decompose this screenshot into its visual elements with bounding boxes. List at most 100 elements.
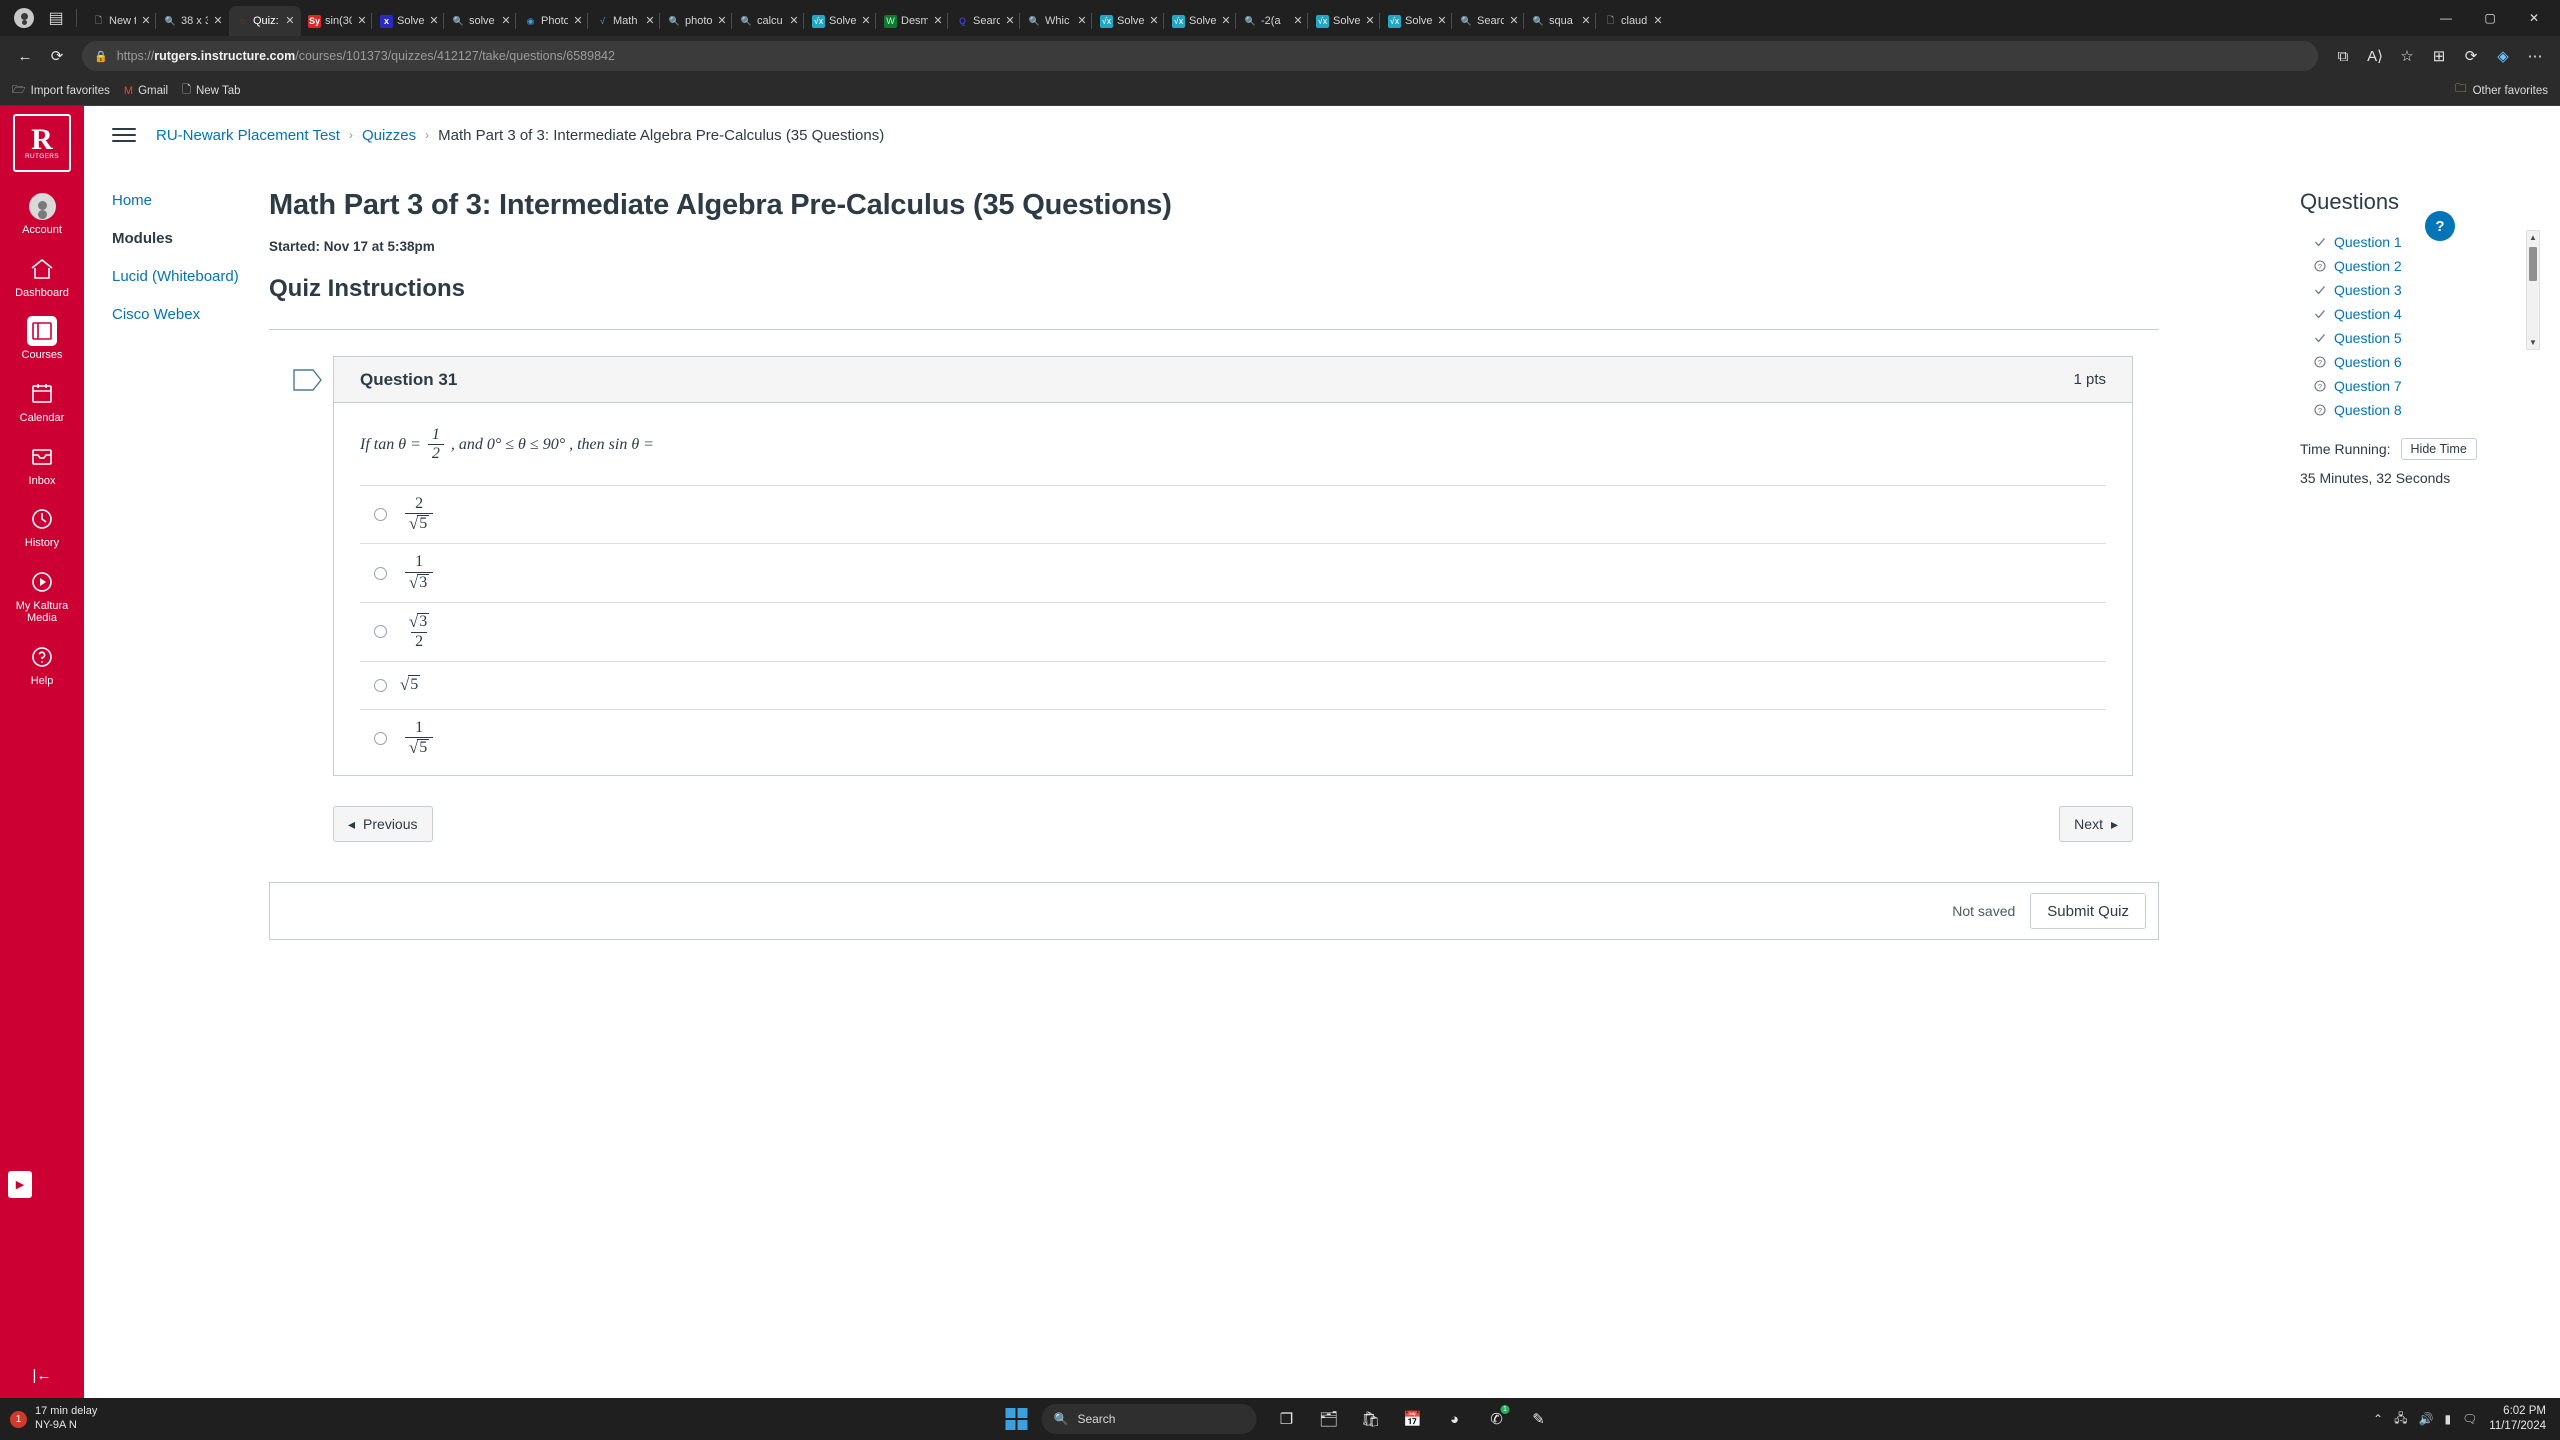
rutgers-logo[interactable]: R RUTGERS [13, 114, 71, 172]
tab-close-icon[interactable]: ✕ [140, 15, 152, 27]
read-aloud-icon[interactable]: A⟩ [2360, 41, 2390, 71]
browser-tab-11[interactable]: W Desm ✕ [875, 6, 949, 36]
question-link[interactable]: Question 6 [2334, 354, 2402, 370]
tab-close-icon[interactable]: ✕ [860, 15, 872, 27]
questions-scrollbar[interactable]: ▲ ▼ [2526, 230, 2540, 350]
browser-tab-6[interactable]: ◉ Photo ✕ [515, 6, 589, 36]
browser-tab-3[interactable]: Sy sin(30 ✕ [301, 6, 373, 36]
scroll-down-icon[interactable]: ▼ [2529, 338, 2537, 347]
browser-tab-10[interactable]: √x Solve ✕ [803, 6, 877, 36]
tab-close-icon[interactable]: ✕ [1508, 15, 1520, 27]
hide-time-button[interactable]: Hide Time [2400, 438, 2477, 460]
tab-close-icon[interactable]: ✕ [1148, 15, 1160, 27]
global-nav-item-dashboard[interactable]: Dashboard [0, 245, 84, 308]
tab-close-icon[interactable]: ✕ [284, 15, 296, 27]
browser-tab-0[interactable]: 🗋 New t ✕ [85, 6, 157, 36]
copilot-icon[interactable]: ◈ [2488, 41, 2518, 71]
browser-tab-15[interactable]: √x Solve ✕ [1163, 6, 1237, 36]
browser-tab-18[interactable]: √x Solve ✕ [1379, 6, 1453, 36]
browser-tab-1[interactable]: 🔍 38 x 3 ✕ [155, 6, 229, 36]
answer-radio[interactable] [374, 678, 387, 692]
help-badge-button[interactable]: ? [2425, 211, 2455, 241]
scrollbar-thumb[interactable] [2529, 247, 2537, 281]
answer-option-2[interactable]: √ 3 2 [360, 601, 2106, 661]
flag-question-button[interactable] [293, 368, 323, 392]
global-nav-item-courses[interactable]: Courses [0, 307, 84, 370]
breadcrumb-item-1[interactable]: Quizzes [362, 127, 416, 144]
tab-close-icon[interactable]: ✕ [644, 15, 656, 27]
question-link[interactable]: Question 4 [2334, 306, 2402, 322]
window-close-button[interactable]: ✕ [2512, 3, 2556, 33]
previous-question-button[interactable]: ◂ Previous [333, 806, 433, 843]
course-menu-toggle[interactable] [112, 128, 136, 142]
tab-close-icon[interactable]: ✕ [428, 15, 440, 27]
tab-close-icon[interactable]: ✕ [716, 15, 728, 27]
collections-icon[interactable]: ⊞ [2424, 41, 2454, 71]
profile-button[interactable] [11, 5, 37, 31]
browser-tab-12[interactable]: Q Searc ✕ [947, 6, 1021, 36]
tab-close-icon[interactable]: ✕ [932, 15, 944, 27]
global-nav-item-help[interactable]: Help [0, 633, 84, 696]
answer-option-4[interactable]: 1 √ 5 [360, 708, 2106, 768]
snip-icon[interactable]: ✎ [1523, 1403, 1555, 1435]
answer-radio[interactable] [374, 625, 387, 639]
browser-tab-7[interactable]: √ Math ✕ [587, 6, 661, 36]
maximize-button[interactable]: ▢ [2468, 3, 2512, 33]
minimize-button[interactable]: — [2424, 3, 2468, 33]
bookmark-import-favorites[interactable]: 🗁 Import favorites [12, 81, 110, 100]
tab-close-icon[interactable]: ✕ [1364, 15, 1376, 27]
global-nav-item-history[interactable]: History [0, 495, 84, 558]
tab-close-icon[interactable]: ✕ [1436, 15, 1448, 27]
tab-close-icon[interactable]: ✕ [1220, 15, 1232, 27]
answer-radio[interactable] [374, 507, 387, 521]
tab-close-icon[interactable]: ✕ [788, 15, 800, 27]
bookmark-gmail[interactable]: M Gmail [124, 85, 168, 97]
question-link[interactable]: Question 2 [2334, 258, 2402, 274]
browser-tab-5[interactable]: 🔍 solve ✕ [443, 6, 517, 36]
sidebar-expand-button[interactable]: ▶ [8, 1171, 32, 1198]
taskbar-left-widget[interactable]: 1 17 min delay NY-9A N [0, 1405, 330, 1433]
browser-essentials-icon[interactable]: ⟳ [2456, 41, 2486, 71]
tab-close-icon[interactable]: ✕ [212, 15, 224, 27]
course-nav-home[interactable]: Home [112, 192, 269, 209]
split-screen-icon[interactable]: ⧉ [2328, 41, 2358, 71]
question-link-row-1[interactable]: Question 1 [2312, 230, 2526, 254]
question-link-row-6[interactable]: ? Question 6 [2312, 350, 2526, 374]
browser-tab-9[interactable]: 🔍 calcu ✕ [731, 6, 805, 36]
next-question-button[interactable]: Next ▸ [2059, 806, 2133, 843]
question-link-row-5[interactable]: Question 5 [2312, 326, 2526, 350]
tab-actions-icon[interactable]: ▤ [43, 5, 69, 31]
question-link[interactable]: Question 5 [2334, 330, 2402, 346]
whatsapp-icon[interactable]: ✆ 1 [1481, 1403, 1513, 1435]
tab-close-icon[interactable]: ✕ [356, 15, 368, 27]
tab-close-icon[interactable]: ✕ [1076, 15, 1088, 27]
show-hidden-icon[interactable]: ⌃ [2373, 1412, 2383, 1426]
question-link-row-7[interactable]: ? Question 7 [2312, 374, 2526, 398]
settings-more-icon[interactable]: ⋯ [2520, 41, 2550, 71]
breadcrumb-item-0[interactable]: RU-Newark Placement Test [156, 127, 340, 144]
browser-tab-2[interactable]: ◌ Quiz: ✕ [229, 6, 301, 36]
question-link-row-4[interactable]: Question 4 [2312, 302, 2526, 326]
browser-tab-17[interactable]: √x Solve ✕ [1307, 6, 1381, 36]
question-link[interactable]: Question 1 [2334, 234, 2402, 250]
nav-collapse-button[interactable]: |← [33, 1367, 52, 1398]
address-bar[interactable]: 🔒 https://rutgers.instructure.com/course… [82, 41, 2318, 71]
browser-tab-13[interactable]: 🔍 Whic ✕ [1019, 6, 1093, 36]
scroll-up-icon[interactable]: ▲ [2529, 233, 2537, 242]
answer-radio[interactable] [374, 731, 387, 745]
store-icon[interactable]: 🛍 [1355, 1403, 1387, 1435]
other-favorites-button[interactable]: 🗀 Other favorites [2455, 81, 2548, 100]
tab-close-icon[interactable]: ✕ [1580, 15, 1592, 27]
reload-button[interactable]: ⟳ [42, 41, 72, 71]
question-link[interactable]: Question 7 [2334, 378, 2402, 394]
browser-tab-8[interactable]: 🔍 photo ✕ [659, 6, 733, 36]
notification-icon[interactable]: 🗨 [2462, 1412, 2477, 1426]
browser-tab-19[interactable]: 🔍 Searc ✕ [1451, 6, 1525, 36]
tab-close-icon[interactable]: ✕ [1652, 15, 1664, 27]
tab-close-icon[interactable]: ✕ [572, 15, 584, 27]
bookmark-new-tab[interactable]: 🗋 New Tab [182, 81, 240, 100]
taskbar-search[interactable]: 🔍 Search [1041, 1404, 1257, 1434]
question-link[interactable]: Question 3 [2334, 282, 2402, 298]
question-link-row-3[interactable]: Question 3 [2312, 278, 2526, 302]
global-nav-item-my-kaltura-media[interactable]: My Kaltura Media [0, 558, 84, 633]
